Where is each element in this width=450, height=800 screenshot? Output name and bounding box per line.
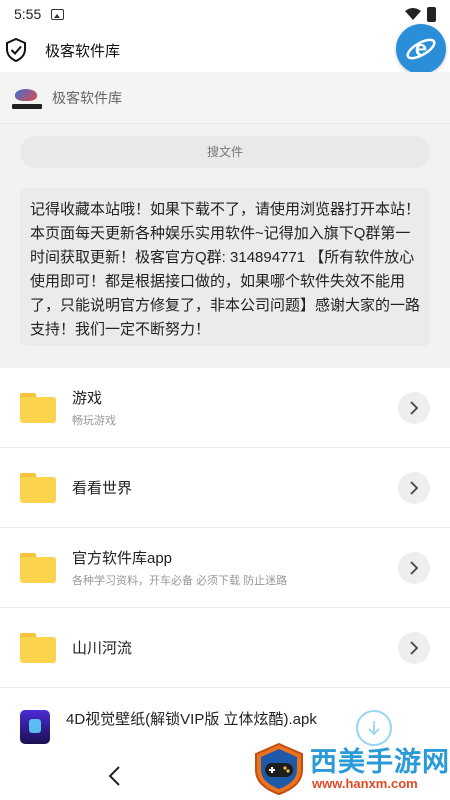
- chevron-right-icon: [410, 640, 419, 655]
- list-item[interactable]: 官方软件库app 各种学习资料，开车必备 必须下载 防止迷路: [0, 528, 450, 608]
- image-notification-icon: [51, 8, 65, 20]
- watermark-title: 西美手游网: [310, 747, 450, 777]
- back-icon: [108, 766, 120, 786]
- search-input[interactable]: 搜文件: [20, 136, 430, 168]
- ie-icon: e: [406, 36, 436, 61]
- folder-icon: [20, 552, 56, 583]
- list-item[interactable]: 山川河流: [0, 608, 450, 688]
- site-name: 极客软件库: [52, 89, 122, 106]
- file-name: 4D视觉壁纸(解锁VIP版 立体炫酷).apk: [66, 711, 317, 728]
- shield-icon[interactable]: [5, 38, 27, 62]
- gamepad-shield-logo: [255, 742, 303, 796]
- back-button[interactable]: [100, 762, 128, 790]
- folder-icon: [20, 392, 56, 423]
- list-item[interactable]: 看看世界: [0, 448, 450, 528]
- watermark-url: www.hanxm.com: [312, 776, 418, 791]
- status-time: 5:55: [14, 6, 42, 22]
- list-item[interactable]: 游戏 畅玩游戏: [0, 368, 450, 448]
- folder-name: 官方软件库app: [72, 550, 173, 567]
- folder-icon: [20, 472, 56, 503]
- site-logo: [12, 87, 42, 109]
- folder-name: 山川河流: [72, 640, 133, 657]
- folder-icon: [20, 632, 56, 663]
- folder-name: 看看世界: [72, 480, 133, 497]
- folder-subtitle: 畅玩游戏: [72, 415, 116, 427]
- chevron-right-icon: [410, 480, 419, 495]
- watermark: 西美手游网 www.hanxm.com: [250, 738, 450, 800]
- svg-text:e: e: [415, 36, 427, 61]
- notice-text: 记得收藏本站哦！如果下载不了，请使用浏览器打开本站！本页面每天更新各种娱乐实用软…: [20, 188, 430, 346]
- site-header: 极客软件库: [0, 72, 450, 124]
- open-folder-button[interactable]: [398, 551, 430, 584]
- open-folder-button[interactable]: [398, 631, 430, 664]
- download-icon: [368, 721, 380, 736]
- wifi-icon: [405, 8, 421, 20]
- app-file-icon: [20, 710, 50, 744]
- open-folder-button[interactable]: [398, 391, 430, 424]
- chevron-right-icon: [410, 560, 419, 575]
- status-bar: 5:55: [0, 0, 450, 28]
- battery-icon: [427, 6, 436, 22]
- file-list: 游戏 畅玩游戏 看看世界 官方软件库app 各种学习资料，开车必备 必须下载 防…: [0, 368, 450, 800]
- status-icons: [405, 6, 436, 22]
- open-folder-button[interactable]: [398, 471, 430, 504]
- folder-name: 游戏: [72, 390, 103, 407]
- app-bar: 极客软件库 e: [0, 24, 450, 74]
- folder-subtitle: 各种学习资料，开车必备 必须下载 防止迷路: [72, 575, 288, 587]
- app-title: 极客软件库: [45, 42, 121, 60]
- chevron-right-icon: [410, 400, 419, 415]
- open-in-browser-button[interactable]: e: [396, 24, 446, 74]
